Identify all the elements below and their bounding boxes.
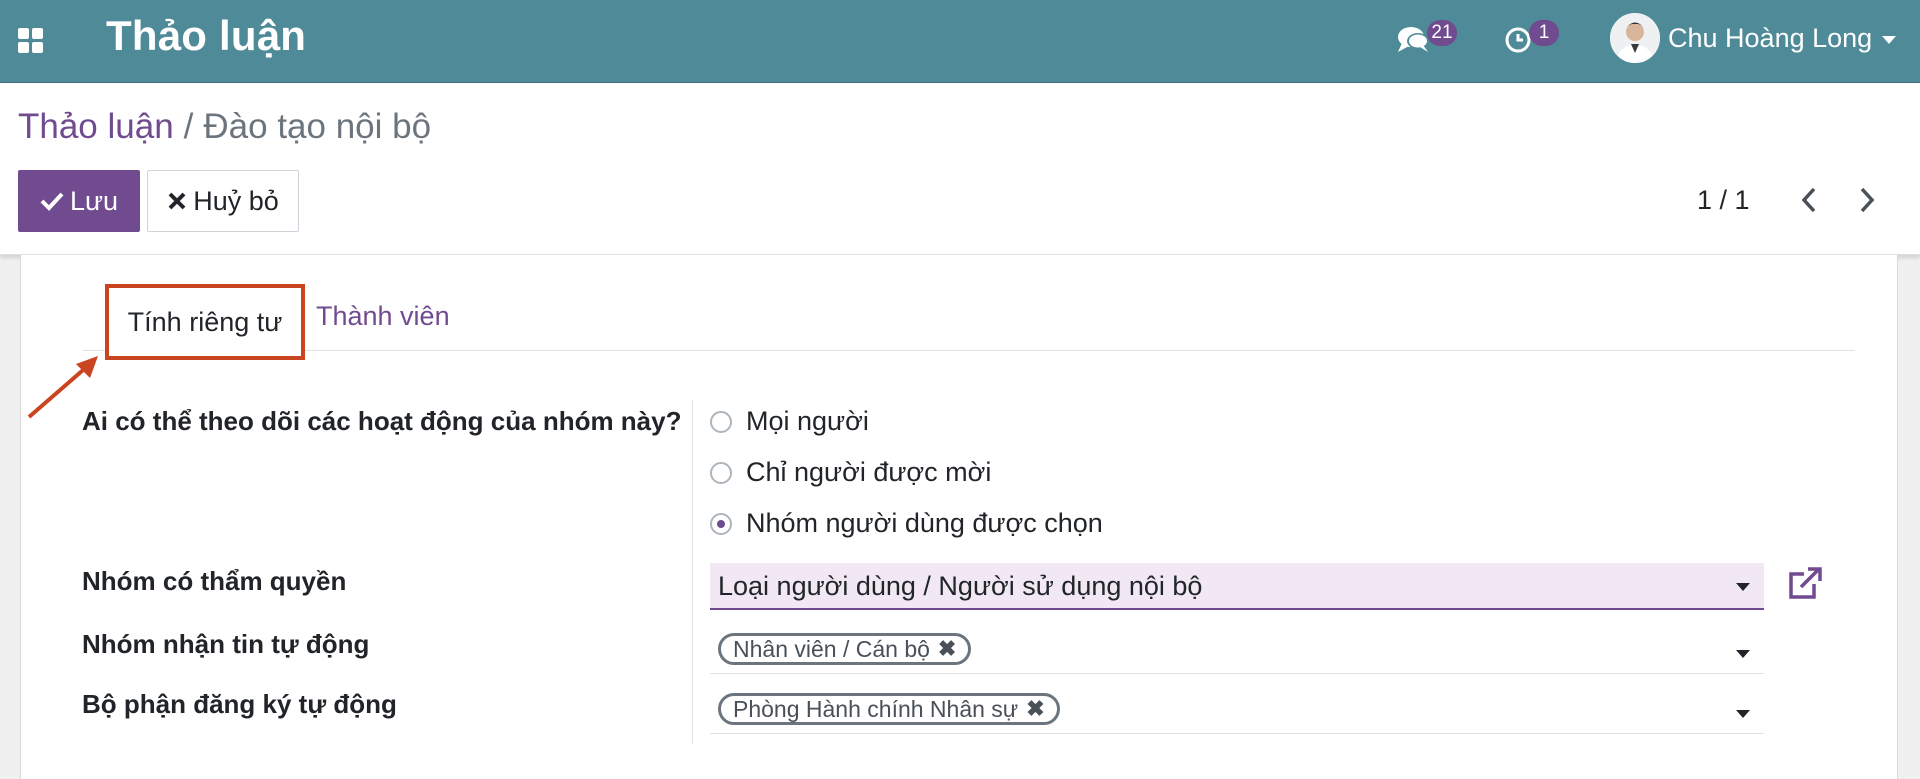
save-button-label: Lưu (69, 185, 119, 216)
control-panel: Thảo luận / Đào tạo nội bộ Lưu Huỷ bỏ 1 / … (0, 83, 1920, 255)
discard-button-label: Huỷ bỏ (193, 185, 279, 216)
remove-tag-icon[interactable]: ✖ (1026, 696, 1044, 722)
authorized-group-select[interactable]: Loại người dùng / Người sử dụng nội bộ (710, 563, 1764, 610)
breadcrumb-current: Đào tạo nội bộ (203, 107, 432, 146)
auto-subscribe-groups-field[interactable]: Nhân viên / Cán bộ ✖ (710, 626, 1764, 674)
radio-everyone-label: Mọi người (746, 406, 869, 436)
chevron-right-icon (1860, 187, 1875, 213)
tab-privacy[interactable]: Tính riêng tư (105, 284, 305, 360)
pager-value[interactable]: 1 / 1 (1697, 185, 1750, 216)
authorized-group-label: Nhóm có thẩm quyền (82, 566, 347, 596)
pager-previous-button[interactable] (1794, 183, 1824, 217)
clock-icon (1505, 27, 1531, 53)
tab-privacy-label: Tính riêng tư (127, 306, 283, 337)
app-title: Thảo luận (106, 12, 307, 59)
auto-subscribe-departments-label: Bộ phận đăng ký tự động (82, 689, 397, 719)
discard-button[interactable]: Huỷ bỏ (147, 170, 299, 232)
radio-invited-only[interactable]: Chỉ người được mời (710, 457, 991, 488)
caret-down-icon[interactable] (1882, 36, 1896, 44)
user-name[interactable]: Chu Hoàng Long (1668, 23, 1872, 54)
radio-everyone-button[interactable] (710, 410, 732, 433)
external-link-icon[interactable] (1786, 566, 1824, 607)
chevron-down-icon[interactable] (1736, 650, 1750, 658)
auto-subscribe-departments-field[interactable]: Phòng Hành chính Nhân sự ✖ (710, 686, 1764, 734)
activities-badge: 1 (1529, 20, 1559, 46)
auto-subscribe-groups-label: Nhóm nhận tin tự động (82, 629, 370, 659)
tab-members[interactable]: Thành viên (316, 301, 450, 332)
tag-employee-group-label: Nhân viên / Cán bộ (733, 635, 930, 662)
tag-employee-group: Nhân viên / Cán bộ ✖ (718, 633, 972, 665)
apps-grid-icon[interactable] (18, 28, 44, 54)
chevron-down-icon[interactable] (1736, 710, 1750, 718)
tag-hr-department: Phòng Hành chính Nhân sự ✖ (718, 693, 1060, 725)
avatar[interactable] (1610, 13, 1660, 63)
radio-selected-group-label: Nhóm người dùng được chọn (746, 508, 1103, 538)
breadcrumb-parent-link[interactable]: Thảo luận (18, 107, 174, 146)
breadcrumb-separator: / (183, 107, 194, 146)
radio-selected-group-button[interactable] (710, 512, 732, 535)
tabs-divider (83, 350, 1855, 351)
radio-selected-group[interactable]: Nhóm người dùng được chọn (710, 508, 1103, 539)
top-navbar: Thảo luận 21 1 Chu Hoàng Long (0, 0, 1920, 83)
label-divider (692, 400, 693, 744)
breadcrumb: Thảo luận / Đào tạo nội bộ (18, 107, 431, 147)
radio-everyone[interactable]: Mọi người (710, 406, 869, 437)
check-icon (40, 191, 64, 211)
activities-menu[interactable]: 1 (1504, 14, 1566, 64)
chevron-down-icon[interactable] (1736, 583, 1750, 591)
pager-next-button[interactable] (1852, 183, 1882, 217)
messages-badge: 21 (1427, 20, 1457, 46)
privacy-question-label: Ai có thể theo dõi các hoạt động của nhó… (82, 406, 682, 436)
tag-hr-department-label: Phòng Hành chính Nhân sự (733, 695, 1019, 722)
save-button[interactable]: Lưu (18, 170, 140, 232)
close-icon (167, 191, 187, 211)
authorized-group-value: Loại người dùng / Người sử dụng nội bộ (718, 571, 1203, 601)
chat-icon (1398, 27, 1429, 52)
remove-tag-icon[interactable]: ✖ (938, 636, 956, 662)
radio-invited-only-button[interactable] (710, 461, 732, 484)
radio-invited-only-label: Chỉ người được mời (746, 457, 992, 487)
chevron-left-icon (1801, 187, 1816, 213)
messages-menu[interactable]: 21 (1396, 14, 1470, 64)
